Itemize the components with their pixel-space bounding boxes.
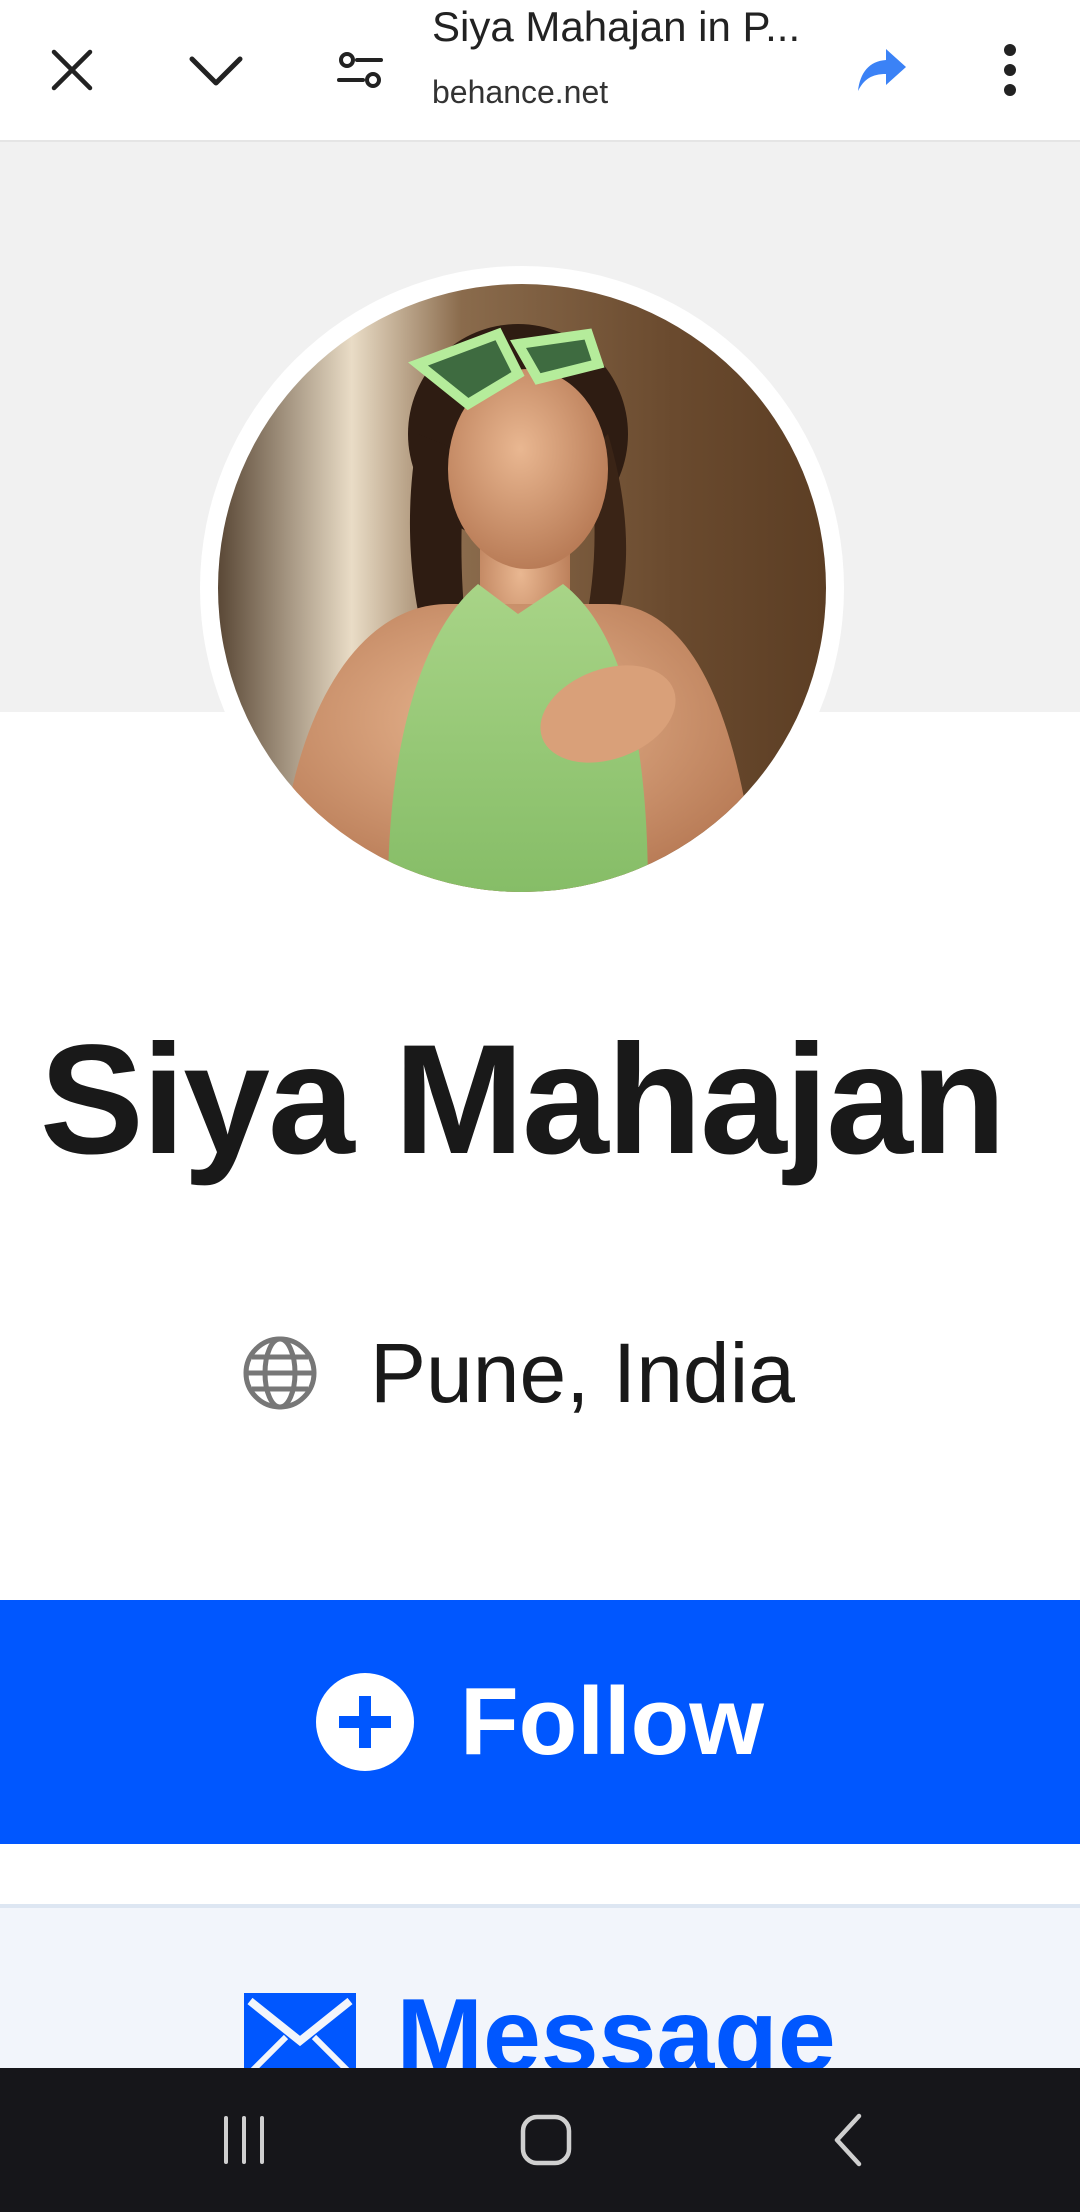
page-title[interactable]: Siya Mahajan in P... xyxy=(432,0,832,54)
page: Siya Mahajan in P... behance.net Siya Ma… xyxy=(0,0,1080,2212)
envelope-icon xyxy=(244,1993,357,2074)
profile-location: Pune, India xyxy=(240,1318,795,1428)
collapse-button[interactable] xyxy=(166,20,266,120)
follow-label: Follow xyxy=(460,1668,764,1775)
message-button[interactable]: Message xyxy=(0,1904,1080,2074)
recents-icon xyxy=(224,2116,264,2164)
tune-icon xyxy=(337,52,383,88)
home-button[interactable] xyxy=(486,2090,606,2190)
avatar[interactable] xyxy=(218,284,826,892)
browser-toolbar: Siya Mahajan in P... behance.net xyxy=(0,0,1080,142)
recents-button[interactable] xyxy=(184,2090,304,2190)
chevron-down-icon xyxy=(189,56,243,86)
back-button[interactable] xyxy=(788,2090,908,2190)
location-label: Pune, India xyxy=(370,1326,796,1420)
follow-button[interactable]: Follow xyxy=(0,1600,1080,1844)
message-label: Message xyxy=(396,1978,836,2074)
system-navigation-bar xyxy=(0,2068,1080,2212)
site-settings-button[interactable] xyxy=(310,20,410,120)
share-button[interactable] xyxy=(832,20,932,120)
avatar-image xyxy=(218,284,826,892)
close-button[interactable] xyxy=(22,20,122,120)
home-icon xyxy=(520,2114,572,2166)
plus-circle-icon xyxy=(316,1673,415,1771)
page-url[interactable]: behance.net xyxy=(432,70,608,114)
menu-button[interactable] xyxy=(960,20,1060,120)
back-icon xyxy=(834,2113,862,2167)
share-icon xyxy=(858,49,906,91)
profile-name: Siya Mahajan xyxy=(39,1013,1006,1187)
close-icon xyxy=(51,49,93,91)
more-vert-icon xyxy=(1004,44,1016,96)
globe-icon xyxy=(243,1336,317,1410)
